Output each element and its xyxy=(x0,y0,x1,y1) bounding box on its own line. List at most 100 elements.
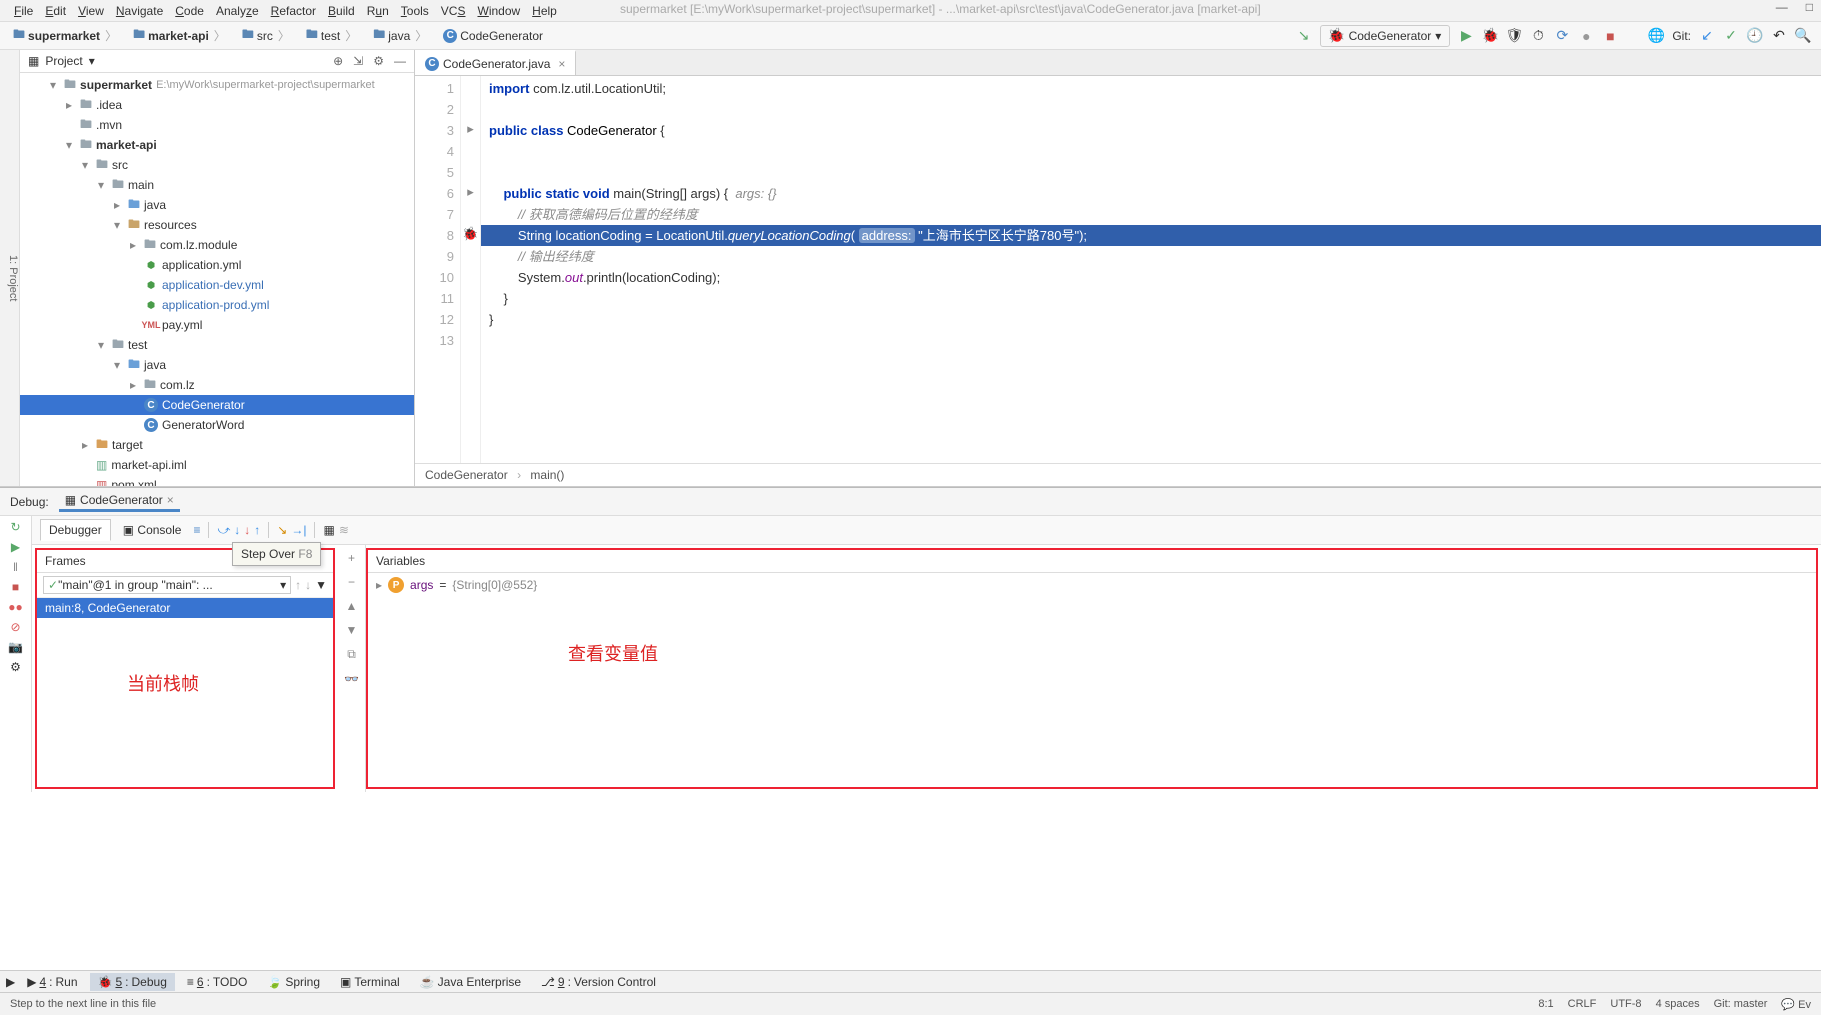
resume-icon[interactable]: ▶ xyxy=(11,540,20,554)
git-update-icon[interactable]: ↙ xyxy=(1699,28,1715,44)
run-config-selector[interactable]: 🐞 CodeGenerator ▾ xyxy=(1320,25,1451,47)
stop-button[interactable]: ■ xyxy=(1602,28,1618,44)
bottom-Run[interactable]: ▶4: Run xyxy=(19,973,85,991)
git-revert-icon[interactable]: ↶ xyxy=(1771,28,1787,44)
down-icon[interactable]: ▼ xyxy=(346,623,358,637)
coverage-button[interactable]: 🛡 xyxy=(1506,28,1522,44)
crumb-method[interactable]: main() xyxy=(530,468,564,482)
hide-icon[interactable]: — xyxy=(394,54,406,68)
project-tree[interactable]: ▾🖿 supermarket E:\myWork\supermarket-pro… xyxy=(20,73,414,486)
tree-supermarket[interactable]: ▾🖿 supermarket E:\myWork\supermarket-pro… xyxy=(20,75,414,95)
add-watch-icon[interactable]: + xyxy=(348,551,355,565)
ide-globe-icon[interactable]: 🌐 xyxy=(1648,28,1664,44)
bottom-Spring[interactable]: 🍃Spring xyxy=(259,973,328,991)
tree-.mvn[interactable]: 🖿 .mvn xyxy=(20,115,414,135)
gear-icon[interactable]: ⚙ xyxy=(373,54,384,68)
tree-com.lz.module[interactable]: ▸🖿 com.lz.module xyxy=(20,235,414,255)
crumb-supermarket[interactable]: 🖿supermarket〉 xyxy=(8,23,124,48)
step-over-icon[interactable]: ⤻ xyxy=(217,523,230,538)
crumb-class[interactable]: CodeGenerator xyxy=(425,468,508,482)
tree-GeneratorWord[interactable]: C GeneratorWord xyxy=(20,415,414,435)
caret-pos[interactable]: 8:1 xyxy=(1538,998,1553,1011)
stack-frame[interactable]: main:8, CodeGenerator xyxy=(37,598,333,618)
bottom-Terminal[interactable]: ▣Terminal xyxy=(332,973,408,991)
tree-market-api.iml[interactable]: ▥ market-api.iml xyxy=(20,455,414,475)
indent[interactable]: 4 spaces xyxy=(1656,998,1700,1011)
crumb-market-api[interactable]: 🖿market-api〉 xyxy=(128,23,233,48)
up-icon[interactable]: ▲ xyxy=(346,599,358,613)
git-branch[interactable]: Git: master xyxy=(1714,998,1768,1011)
expand-icon[interactable]: ⇲ xyxy=(353,54,363,68)
git-commit-icon[interactable]: ✓ xyxy=(1723,28,1739,44)
tree-.idea[interactable]: ▸🖿 .idea xyxy=(20,95,414,115)
breakpoint-icon[interactable]: 🐞 xyxy=(462,226,478,242)
tree-test[interactable]: ▾🖿 test xyxy=(20,335,414,355)
camera-icon[interactable]: 📷 xyxy=(8,640,23,654)
stop-icon[interactable]: ■ xyxy=(12,580,19,594)
rerun-icon[interactable]: ↻ xyxy=(10,520,20,534)
editor-breadcrumb[interactable]: CodeGenerator › main() xyxy=(415,463,1821,486)
close-icon[interactable]: × xyxy=(558,57,565,71)
menu-vcs[interactable]: VCS xyxy=(441,4,466,18)
step-into-icon[interactable]: ↓ xyxy=(234,523,240,537)
run-arrow-icon[interactable]: ▶ xyxy=(6,975,15,989)
tree-target[interactable]: ▸🖿 target xyxy=(20,435,414,455)
thread-selector[interactable]: ✓ "main"@1 in group "main": ... ▾ xyxy=(43,576,291,594)
menu-refactor[interactable]: Refactor xyxy=(271,4,316,18)
encoding[interactable]: UTF-8 xyxy=(1610,998,1641,1011)
maximize-button[interactable]: □ xyxy=(1806,0,1813,14)
profile-button[interactable]: ⏱ xyxy=(1530,28,1546,44)
menu-run[interactable]: Run xyxy=(367,4,389,18)
git-history-icon[interactable]: 🕘 xyxy=(1747,28,1763,44)
menu-view[interactable]: View xyxy=(78,4,104,18)
tree-java[interactable]: ▾🖿 java xyxy=(20,355,414,375)
mute-bp-icon[interactable]: ⊘ xyxy=(10,620,20,634)
variable-row[interactable]: ▸ P args = {String[0]@552} xyxy=(368,573,1816,597)
tree-application.yml[interactable]: ⬢ application.yml xyxy=(20,255,414,275)
breadcrumb[interactable]: 🖿supermarket〉🖿market-api〉🖿src〉🖿test〉🖿jav… xyxy=(0,23,548,48)
gutter-markers[interactable]: ▸▸🐞 xyxy=(461,76,481,463)
minimize-button[interactable]: — xyxy=(1776,0,1788,14)
menu-analyze[interactable]: Analyze xyxy=(216,4,259,18)
bottom-Java Enterprise[interactable]: ☕Java Enterprise xyxy=(412,973,529,991)
editor-tab[interactable]: C CodeGenerator.java × xyxy=(415,50,576,75)
bottom-Version Control[interactable]: ⎇9: Version Control xyxy=(533,973,664,991)
tree-pay.yml[interactable]: YML pay.yml xyxy=(20,315,414,335)
run-to-cursor-icon[interactable]: →| xyxy=(291,523,306,537)
tree-pom.xml[interactable]: ▥ pom.xml xyxy=(20,475,414,486)
debug-session-tab[interactable]: ▦ CodeGenerator × xyxy=(59,491,180,512)
console-tab[interactable]: ▣ Console xyxy=(115,520,190,540)
menu-code[interactable]: Code xyxy=(175,4,204,18)
crumb-CodeGenerator[interactable]: CCodeGenerator xyxy=(438,27,548,45)
glasses-icon[interactable]: 👓 xyxy=(344,672,359,686)
evaluate-icon[interactable]: ▦ xyxy=(323,523,334,537)
breakpoints-icon[interactable]: ●● xyxy=(8,600,23,614)
events-icon[interactable]: 💬 Ev xyxy=(1781,998,1811,1011)
tree-market-api[interactable]: ▾🖿 market-api xyxy=(20,135,414,155)
threads-icon[interactable]: ≡ xyxy=(193,523,200,537)
crumb-java[interactable]: 🖿java〉 xyxy=(368,23,434,48)
search-icon[interactable]: 🔍 xyxy=(1795,28,1811,44)
debug-button[interactable]: 🐞 xyxy=(1482,28,1498,44)
menu-window[interactable]: Window xyxy=(477,4,520,18)
menu-tools[interactable]: Tools xyxy=(401,4,429,18)
close-icon[interactable]: × xyxy=(167,493,174,507)
trace-icon[interactable]: ≋ xyxy=(339,523,349,537)
tree-main[interactable]: ▾🖿 main xyxy=(20,175,414,195)
menu-help[interactable]: Help xyxy=(532,4,557,18)
prev-frame-icon[interactable]: ↑ xyxy=(295,578,301,592)
step-out-icon[interactable]: ↑ xyxy=(254,523,260,537)
filter-icon[interactable]: ▼ xyxy=(315,578,327,592)
pause-icon[interactable]: ‖ xyxy=(13,560,18,574)
menu-build[interactable]: Build xyxy=(328,4,355,18)
crumb-src[interactable]: 🖿src〉 xyxy=(237,23,297,48)
tree-application-prod.yml[interactable]: ⬢ application-prod.yml xyxy=(20,295,414,315)
bottom-Debug[interactable]: 🐞5: Debug xyxy=(90,973,175,991)
copy-icon[interactable]: ⧉ xyxy=(347,647,356,662)
settings-icon[interactable]: ⚙ xyxy=(10,660,21,674)
tree-resources[interactable]: ▾🖿 resources xyxy=(20,215,414,235)
force-step-into-icon[interactable]: ↓ xyxy=(244,523,250,537)
menu-navigate[interactable]: Navigate xyxy=(116,4,163,18)
bottom-TODO[interactable]: ≡6: TODO xyxy=(179,973,256,991)
locate-icon[interactable]: ⊕ xyxy=(333,54,343,68)
